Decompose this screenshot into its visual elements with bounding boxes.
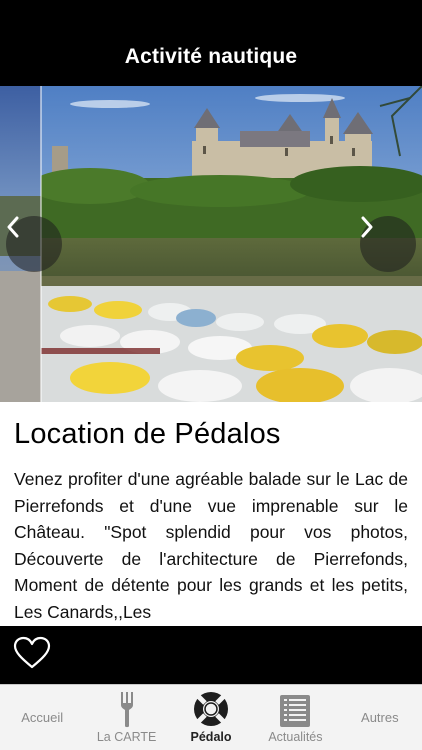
action-bar xyxy=(0,626,422,684)
tab-label: Pédalo xyxy=(190,730,232,744)
tab-actualites[interactable]: Actualités xyxy=(253,685,337,750)
photo-carousel[interactable] xyxy=(0,86,422,402)
top-nav-bar: Activité nautique xyxy=(0,0,422,86)
article-body: Venez profiter d'une agréable balade sur… xyxy=(14,469,408,622)
carousel-next-button[interactable] xyxy=(360,216,416,272)
article-title: Location de Pédalos xyxy=(14,418,281,450)
carousel-photo xyxy=(0,86,422,402)
tab-label: Autres xyxy=(361,710,399,725)
tab-autres[interactable]: Autres xyxy=(338,685,422,750)
tab-la-carte[interactable]: La CARTE xyxy=(84,685,168,750)
fork-icon xyxy=(120,690,134,728)
page-title: Activité nautique xyxy=(124,45,298,68)
news-icon xyxy=(279,690,311,728)
tab-accueil[interactable]: Accueil xyxy=(0,685,84,750)
bottom-tab-bar: Accueil La CARTE Pédalo Actualités Autre… xyxy=(0,684,422,750)
tab-pedalo[interactable]: Pédalo xyxy=(169,685,253,750)
article-content[interactable]: Location de Pédalos Venez profiter d'une… xyxy=(0,402,422,626)
tab-label: Actualités xyxy=(268,730,323,744)
carousel-prev-button[interactable] xyxy=(6,216,62,272)
tab-label: Accueil xyxy=(21,710,64,725)
lifebuoy-icon xyxy=(192,690,230,728)
heart-outline-icon[interactable] xyxy=(13,636,51,675)
tab-label: La CARTE xyxy=(96,730,157,744)
